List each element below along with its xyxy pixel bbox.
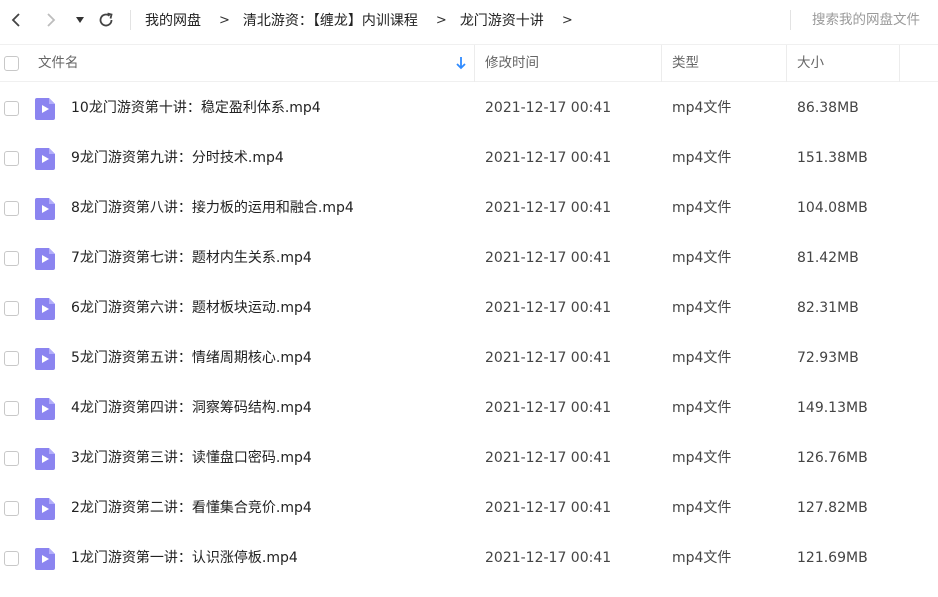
file-type: mp4文件 xyxy=(672,250,732,266)
file-row[interactable]: 1龙门游资第一讲：认识涨停板.mp4 2021-12-17 00:41 mp4文… xyxy=(0,533,938,583)
refresh-icon[interactable] xyxy=(94,8,118,32)
file-size: 81.42MB xyxy=(797,250,859,266)
file-name[interactable]: 1龙门游资第一讲：认识涨停板.mp4 xyxy=(71,533,298,583)
row-checkbox[interactable] xyxy=(4,401,19,416)
column-header-type[interactable]: 类型 xyxy=(672,45,699,82)
file-size: 82.31MB xyxy=(797,300,859,316)
video-file-icon xyxy=(35,448,55,470)
file-name[interactable]: 7龙门游资第七讲：题材内生关系.mp4 xyxy=(71,233,312,283)
file-type: mp4文件 xyxy=(672,150,732,166)
file-name[interactable]: 3龙门游资第三讲：读懂盘口密码.mp4 xyxy=(71,433,312,483)
file-modified: 2021-12-17 00:41 xyxy=(485,350,612,366)
row-checkbox[interactable] xyxy=(4,351,19,366)
breadcrumb-separator: > xyxy=(561,12,573,28)
file-modified: 2021-12-17 00:41 xyxy=(485,100,612,116)
breadcrumb-separator: > xyxy=(435,12,447,28)
chevron-left-icon[interactable] xyxy=(4,8,28,32)
row-checkbox[interactable] xyxy=(4,151,19,166)
file-row[interactable]: 4龙门游资第四讲：洞察筹码结构.mp4 2021-12-17 00:41 mp4… xyxy=(0,383,938,433)
row-checkbox[interactable] xyxy=(4,301,19,316)
file-modified: 2021-12-17 00:41 xyxy=(485,150,612,166)
breadcrumb-item-course[interactable]: 清北游资：【缠龙】内训课程 xyxy=(243,10,418,30)
toolbar-divider xyxy=(130,10,131,30)
file-type: mp4文件 xyxy=(672,450,732,466)
video-file-icon xyxy=(35,198,55,220)
file-type: mp4文件 xyxy=(672,300,732,316)
file-type: mp4文件 xyxy=(672,350,732,366)
file-size: 72.93MB xyxy=(797,350,859,366)
video-file-icon xyxy=(35,98,55,120)
video-file-icon xyxy=(35,548,55,570)
column-header-modified[interactable]: 修改时间 xyxy=(485,45,539,82)
search-input[interactable]: 搜索我的网盘文件 xyxy=(812,0,936,40)
caret-down-icon[interactable] xyxy=(72,8,88,32)
file-size: 104.08MB xyxy=(797,200,868,216)
column-divider[interactable] xyxy=(661,45,662,82)
file-row[interactable]: 10龙门游资第十讲：稳定盈利体系.mp4 2021-12-17 00:41 mp… xyxy=(0,83,938,133)
file-name[interactable]: 2龙门游资第二讲：看懂集合竞价.mp4 xyxy=(71,483,312,533)
file-modified: 2021-12-17 00:41 xyxy=(485,500,612,516)
column-header-size[interactable]: 大小 xyxy=(797,45,824,82)
file-size: 126.76MB xyxy=(797,450,868,466)
breadcrumb-item-current[interactable]: 龙门游资十讲 xyxy=(460,10,544,30)
breadcrumb: 我的网盘 > 清北游资：【缠龙】内训课程 > 龙门游资十讲 > xyxy=(145,0,586,40)
chevron-right-icon[interactable] xyxy=(39,8,63,32)
file-name[interactable]: 4龙门游资第四讲：洞察筹码结构.mp4 xyxy=(71,383,312,433)
video-file-icon xyxy=(35,248,55,270)
column-divider[interactable] xyxy=(474,45,475,82)
file-modified: 2021-12-17 00:41 xyxy=(485,300,612,316)
file-name[interactable]: 5龙门游资第五讲：情绪周期核心.mp4 xyxy=(71,333,312,383)
toolbar-divider xyxy=(790,10,791,30)
row-checkbox[interactable] xyxy=(4,551,19,566)
column-header-name[interactable]: 文件名 xyxy=(38,45,79,82)
arrow-down-icon[interactable] xyxy=(455,45,467,82)
file-size: 127.82MB xyxy=(797,500,868,516)
file-name[interactable]: 10龙门游资第十讲：稳定盈利体系.mp4 xyxy=(71,83,321,133)
file-modified: 2021-12-17 00:41 xyxy=(485,250,612,266)
file-type: mp4文件 xyxy=(672,400,732,416)
file-name[interactable]: 6龙门游资第六讲：题材板块运动.mp4 xyxy=(71,283,312,333)
file-row[interactable]: 2龙门游资第二讲：看懂集合竞价.mp4 2021-12-17 00:41 mp4… xyxy=(0,483,938,533)
breadcrumb-separator: > xyxy=(219,12,230,28)
file-name[interactable]: 9龙门游资第九讲：分时技术.mp4 xyxy=(71,133,284,183)
file-size: 151.38MB xyxy=(797,150,868,166)
file-type: mp4文件 xyxy=(672,500,732,516)
video-file-icon xyxy=(35,348,55,370)
breadcrumb-item-my-drive[interactable]: 我的网盘 xyxy=(145,10,201,30)
select-all-checkbox[interactable] xyxy=(4,56,19,71)
video-file-icon xyxy=(35,498,55,520)
file-row[interactable]: 7龙门游资第七讲：题材内生关系.mp4 2021-12-17 00:41 mp4… xyxy=(0,233,938,283)
column-divider[interactable] xyxy=(786,45,787,82)
row-checkbox[interactable] xyxy=(4,201,19,216)
row-checkbox[interactable] xyxy=(4,501,19,516)
file-list-header: 文件名 修改时间 类型 大小 xyxy=(0,44,938,82)
file-row[interactable]: 8龙门游资第八讲：接力板的运用和融合.mp4 2021-12-17 00:41 … xyxy=(0,183,938,233)
file-modified: 2021-12-17 00:41 xyxy=(485,200,612,216)
video-file-icon xyxy=(35,298,55,320)
video-file-icon xyxy=(35,398,55,420)
toolbar: 我的网盘 > 清北游资：【缠龙】内训课程 > 龙门游资十讲 > 搜索我的网盘文件 xyxy=(0,0,938,40)
file-size: 149.13MB xyxy=(797,400,868,416)
file-type: mp4文件 xyxy=(672,200,732,216)
column-divider[interactable] xyxy=(899,45,900,82)
file-row[interactable]: 9龙门游资第九讲：分时技术.mp4 2021-12-17 00:41 mp4文件… xyxy=(0,133,938,183)
file-modified: 2021-12-17 00:41 xyxy=(485,450,612,466)
file-row[interactable]: 5龙门游资第五讲：情绪周期核心.mp4 2021-12-17 00:41 mp4… xyxy=(0,333,938,383)
row-checkbox[interactable] xyxy=(4,251,19,266)
file-name[interactable]: 8龙门游资第八讲：接力板的运用和融合.mp4 xyxy=(71,183,354,233)
file-size: 86.38MB xyxy=(797,100,859,116)
file-row[interactable]: 6龙门游资第六讲：题材板块运动.mp4 2021-12-17 00:41 mp4… xyxy=(0,283,938,333)
file-modified: 2021-12-17 00:41 xyxy=(485,400,612,416)
file-size: 121.69MB xyxy=(797,550,868,566)
file-modified: 2021-12-17 00:41 xyxy=(485,550,612,566)
row-checkbox[interactable] xyxy=(4,451,19,466)
file-type: mp4文件 xyxy=(672,550,732,566)
video-file-icon xyxy=(35,148,55,170)
file-type: mp4文件 xyxy=(672,100,732,116)
row-checkbox[interactable] xyxy=(4,101,19,116)
file-row[interactable]: 3龙门游资第三讲：读懂盘口密码.mp4 2021-12-17 00:41 mp4… xyxy=(0,433,938,483)
